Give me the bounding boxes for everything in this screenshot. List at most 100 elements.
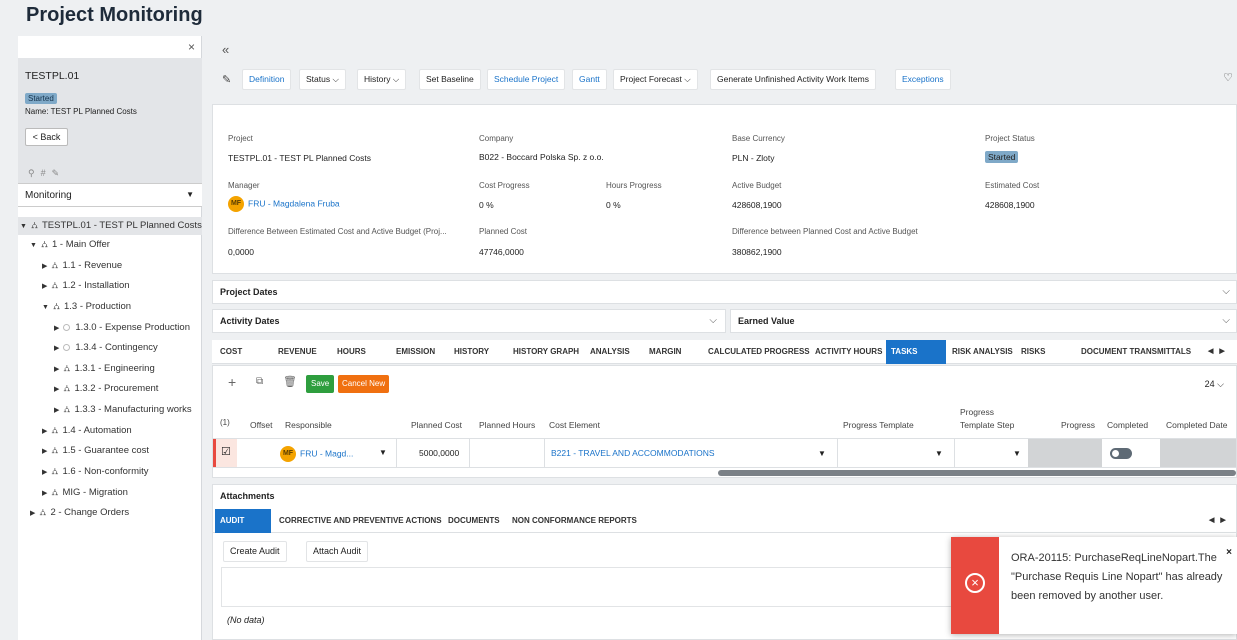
tree-item[interactable]: ▼ ⛼ 1 - Main Offer xyxy=(30,239,110,251)
expand-icon[interactable]: ▼ xyxy=(30,242,37,249)
tab-activity-hours[interactable]: ACTIVITY HOURS xyxy=(815,340,882,364)
favorite-icon[interactable]: ♡ xyxy=(1223,71,1233,84)
expand-icon[interactable]: ▶ xyxy=(54,345,59,352)
save-button[interactable]: Save xyxy=(306,375,335,393)
collapse-sidebar-button[interactable]: « xyxy=(222,42,229,57)
cost-element-link[interactable]: B221 - TRAVEL AND ACCOMMODATIONS xyxy=(551,448,715,458)
gantt-button[interactable]: Gantt xyxy=(572,69,607,90)
expand-icon[interactable]: ▶ xyxy=(30,510,35,517)
tree-item[interactable]: ▶ ⛼ 1.3.1 - Engineering xyxy=(54,363,155,375)
tab-hours[interactable]: HOURS xyxy=(337,340,366,364)
edit-icon[interactable]: ✎ xyxy=(52,168,66,178)
col-offset[interactable]: Offset xyxy=(250,420,273,430)
tab-audit[interactable]: AUDIT xyxy=(215,509,271,533)
attach-audit-button[interactable]: Attach Audit xyxy=(306,541,369,562)
add-icon[interactable]: + xyxy=(228,374,236,390)
expand-icon[interactable]: ▶ xyxy=(42,490,47,497)
cancel-new-button[interactable]: Cancel New xyxy=(338,375,390,393)
status-menu-button[interactable]: Status ⌵ xyxy=(299,69,346,90)
project-dates-section[interactable]: Project Dates ⌵ xyxy=(212,280,1237,304)
tab-document-transmittals[interactable]: DOCUMENT TRANSMITTALS xyxy=(1081,340,1191,364)
caret-down-icon[interactable]: ▼ xyxy=(1013,449,1021,458)
tab-history[interactable]: HISTORY xyxy=(454,340,489,364)
create-audit-button[interactable]: Create Audit xyxy=(223,541,287,562)
set-baseline-button[interactable]: Set Baseline xyxy=(419,69,481,90)
chevron-down-icon[interactable]: ⌵ xyxy=(1222,286,1230,297)
tab-history-graph[interactable]: HISTORY GRAPH xyxy=(513,340,579,364)
table-row[interactable]: ☑ MF FRU - Magd... ▼ 5000,0000 B221 - TRA… xyxy=(213,438,1236,468)
tree-item[interactable]: ▼ ⛼ 1.3 - Production xyxy=(42,301,131,313)
expand-icon[interactable]: ▶ xyxy=(54,366,59,373)
close-icon[interactable]: × xyxy=(188,40,195,54)
delete-icon[interactable]: 🗑 xyxy=(283,375,297,388)
tab-scroll-arrows[interactable]: ◀▶ xyxy=(1209,509,1232,533)
tab-margin[interactable]: MARGIN xyxy=(649,340,681,364)
tab-calculated-progress[interactable]: CALCULATED PROGRESS xyxy=(708,340,810,364)
manager-link[interactable]: FRU - Magdalena Fruba xyxy=(248,198,340,208)
tab-scroll-arrows[interactable]: ◀▶ xyxy=(1208,340,1231,364)
completed-toggle[interactable] xyxy=(1110,448,1132,459)
pin-icon[interactable]: ⚲ xyxy=(28,168,41,178)
tree-item[interactable]: ▶ 1.3.4 - Contingency xyxy=(54,342,158,353)
expand-icon[interactable]: ▶ xyxy=(54,325,59,332)
generate-work-items-button[interactable]: Generate Unfinished Activity Work Items xyxy=(710,69,876,90)
earned-value-section[interactable]: Earned Value ⌵ xyxy=(730,309,1237,333)
row-selector[interactable]: ☑ xyxy=(213,439,237,467)
tab-cost[interactable]: COST xyxy=(220,340,242,364)
col-responsible[interactable]: Responsible xyxy=(285,420,332,430)
expand-icon[interactable]: ▶ xyxy=(54,386,59,393)
tree-item[interactable]: ▶ ⛼ 1.3.2 - Procurement xyxy=(54,383,158,395)
attachment-icon[interactable]: ✎ xyxy=(222,73,231,86)
activity-dates-section[interactable]: Activity Dates ⌵ xyxy=(212,309,726,333)
tree-item[interactable]: ▶ ⛼ 1.2 - Installation xyxy=(42,280,130,292)
company-link[interactable]: B022 - Boccard Polska Sp. z o.o. xyxy=(479,152,604,162)
col-planned-hours[interactable]: Planned Hours xyxy=(479,420,535,430)
expand-icon[interactable]: ▶ xyxy=(42,448,47,455)
chevron-down-icon[interactable]: ⌵ xyxy=(1222,315,1230,326)
tab-tasks[interactable]: TASKS xyxy=(886,340,946,364)
tab-emission[interactable]: EMISSION xyxy=(396,340,435,364)
tree-item[interactable]: ▶ ⛼ 1.3.3 - Manufacturing works xyxy=(54,404,192,416)
grid-icon[interactable]: # xyxy=(41,168,52,178)
tab-documents[interactable]: DOCUMENTS xyxy=(448,509,500,533)
tab-analysis[interactable]: ANALYSIS xyxy=(590,340,630,364)
expand-icon[interactable]: ▼ xyxy=(42,304,49,311)
tree-item[interactable]: ▶ ⛼ 1.4 - Automation xyxy=(42,425,132,437)
expand-icon[interactable]: ▶ xyxy=(42,428,47,435)
history-menu-button[interactable]: History ⌵ xyxy=(357,69,407,90)
responsible-cell[interactable]: MF FRU - Magd... xyxy=(280,446,353,462)
caret-down-icon[interactable]: ▼ xyxy=(935,449,943,458)
page-size-select[interactable]: 24 ⌵ xyxy=(1205,379,1224,390)
responsible-link[interactable]: FRU - Magd... xyxy=(300,448,353,458)
tab-risk-analysis[interactable]: RISK ANALYSIS xyxy=(952,340,1013,364)
tree-item[interactable]: ▶ 1.3.0 - Expense Production xyxy=(54,322,190,333)
tab-revenue[interactable]: REVENUE xyxy=(278,340,317,364)
tree-item[interactable]: ▶ ⛼ 1.1 - Revenue xyxy=(42,260,122,272)
tree-item[interactable]: ▶ ⛼ MIG - Migration xyxy=(42,487,128,499)
caret-down-icon[interactable]: ▼ xyxy=(379,448,387,457)
checkbox-icon[interactable]: ☑ xyxy=(221,445,231,458)
exceptions-button[interactable]: Exceptions xyxy=(895,69,951,90)
expand-icon[interactable]: ▶ xyxy=(42,263,47,270)
horizontal-scrollbar[interactable] xyxy=(718,470,1236,476)
duplicate-icon[interactable]: ⧉ xyxy=(256,376,263,387)
project-forecast-menu-button[interactable]: Project Forecast ⌵ xyxy=(613,69,698,90)
col-progress-template[interactable]: Progress Template xyxy=(843,420,914,430)
tree-item-root[interactable]: ▼ ⛼ TESTPL.01 - TEST PL Planned Costs xyxy=(18,217,202,235)
col-cost-element[interactable]: Cost Element xyxy=(549,420,600,430)
tree-item[interactable]: ▶ ⛼ 1.5 - Guarantee cost xyxy=(42,445,149,457)
expand-icon[interactable]: ▶ xyxy=(54,407,59,414)
expand-icon[interactable]: ▶ xyxy=(42,469,47,476)
tab-non-conformance-reports[interactable]: NON CONFORMANCE REPORTS xyxy=(512,509,637,533)
col-progress[interactable]: Progress xyxy=(1061,420,1095,430)
expand-icon[interactable]: ▼ xyxy=(20,223,27,230)
tree-item[interactable]: ▶ ⛼ 1.6 - Non-conformity xyxy=(42,466,149,478)
back-button[interactable]: < Back xyxy=(25,128,68,146)
schedule-project-button[interactable]: Schedule Project xyxy=(487,69,566,90)
definition-button[interactable]: Definition xyxy=(242,69,292,90)
view-select[interactable]: Monitoring ▼ xyxy=(18,183,202,207)
planned-cost-cell[interactable]: 5000,0000 xyxy=(419,448,459,458)
col-planned-cost[interactable]: Planned Cost xyxy=(411,420,462,430)
col-progress-template-step[interactable]: Progress Template Step xyxy=(960,406,1030,432)
tree-item[interactable]: ▶ ⛼ 2 - Change Orders xyxy=(30,507,129,519)
